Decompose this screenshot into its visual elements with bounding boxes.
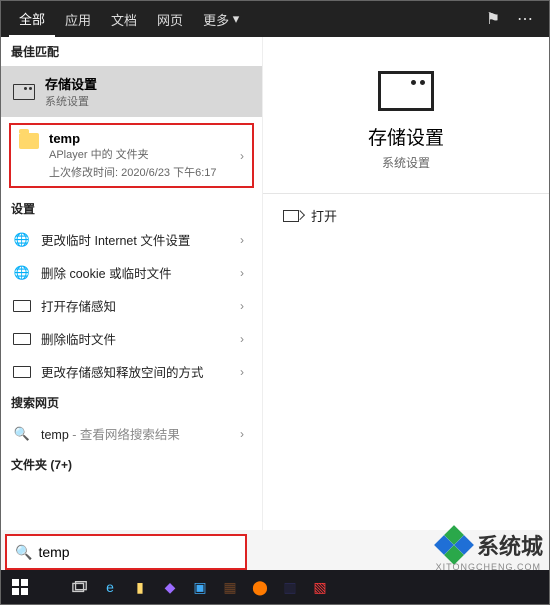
taskbar-app-generic-2[interactable]: ▣ (185, 573, 215, 601)
taskbar-app-generic-6[interactable]: ▧ (305, 573, 335, 601)
search-icon: 🔍 (15, 544, 32, 561)
taskbar: e ▮ ◆ ▣ ▦ ⬤ ▥ ▧ (1, 570, 549, 604)
web-search-temp[interactable]: 🔍 temp - 查看网络搜索结果 › (1, 417, 262, 450)
taskbar-app-generic-1[interactable]: ◆ (155, 573, 185, 601)
cortana-button[interactable] (35, 573, 65, 601)
more-options-icon[interactable]: ⋯ (509, 9, 541, 29)
start-button[interactable] (5, 573, 35, 601)
chevron-right-icon: › (240, 149, 244, 163)
chevron-right-icon: › (240, 427, 244, 441)
taskbar-app-generic-3[interactable]: ▦ (215, 573, 245, 601)
chevron-right-icon: › (240, 266, 244, 280)
setting-change-temp-internet-files[interactable]: 🌐 更改临时 Internet 文件设置 › (1, 223, 262, 256)
search-web-label: 搜索网页 (1, 388, 262, 417)
folders-label: 文件夹 (7+) (1, 450, 262, 479)
storage-rect-icon (13, 366, 31, 378)
preview-storage-icon (378, 71, 434, 111)
taskbar-app-edge[interactable]: e (95, 573, 125, 601)
setting-change-storage-sense-free[interactable]: 更改存储感知释放空间的方式 › (1, 355, 262, 388)
search-input[interactable] (38, 544, 237, 560)
setting-open-storage-sense[interactable]: 打开存储感知 › (1, 289, 262, 322)
folder-subtitle: APlayer 中的 文件夹 (49, 146, 217, 162)
folder-modified: 上次修改时间: 2020/6/23 下午6:17 (49, 164, 217, 180)
preview-subtitle: 系统设置 (263, 154, 549, 171)
preview-panel: 存储设置 系统设置 打开 (263, 37, 549, 530)
storage-rect-icon (13, 333, 31, 345)
tab-apps[interactable]: 应用 (55, 1, 101, 37)
watermark-logo: 系统城 (437, 528, 543, 562)
taskbar-app-explorer[interactable]: ▮ (125, 573, 155, 601)
tab-all[interactable]: 全部 (9, 1, 55, 37)
search-scope-tabs: 全部 应用 文档 网页 更多 ▾ ⚑ ⋯ (1, 1, 549, 37)
preview-title: 存储设置 (263, 123, 549, 150)
settings-label: 设置 (1, 194, 262, 223)
best-match-subtitle: 系统设置 (45, 93, 97, 109)
feedback-icon[interactable]: ⚑ (477, 9, 509, 29)
folder-icon (19, 133, 39, 149)
results-panel: 最佳匹配 存储设置 系统设置 temp APlayer 中的 文件夹 上次修改时… (1, 37, 263, 530)
best-match-storage-settings[interactable]: 存储设置 系统设置 (1, 66, 262, 117)
storage-rect-icon (13, 300, 31, 312)
globe-icon: 🌐 (13, 266, 31, 280)
task-view-button[interactable] (65, 573, 95, 601)
open-icon (283, 210, 299, 222)
open-button[interactable]: 打开 (263, 194, 549, 237)
best-match-title: 存储设置 (45, 74, 97, 93)
tab-docs[interactable]: 文档 (101, 1, 147, 37)
chevron-right-icon: › (240, 299, 244, 313)
chevron-right-icon: › (240, 332, 244, 346)
taskbar-app-generic-5[interactable]: ▥ (275, 573, 305, 601)
search-box[interactable]: 🔍 (5, 534, 247, 570)
best-match-label: 最佳匹配 (1, 37, 262, 66)
search-icon: 🔍 (13, 427, 31, 441)
folder-title: temp (49, 131, 217, 146)
taskbar-app-generic-4[interactable]: ⬤ (245, 573, 275, 601)
tab-more[interactable]: 更多 ▾ (193, 1, 249, 37)
setting-delete-cookies[interactable]: 🌐 删除 cookie 或临时文件 › (1, 256, 262, 289)
tab-web[interactable]: 网页 (147, 1, 193, 37)
setting-delete-temp-files[interactable]: 删除临时文件 › (1, 322, 262, 355)
globe-icon: 🌐 (13, 233, 31, 247)
chevron-right-icon: › (240, 233, 244, 247)
storage-icon (13, 84, 35, 100)
chevron-right-icon: › (240, 365, 244, 379)
result-folder-temp[interactable]: temp APlayer 中的 文件夹 上次修改时间: 2020/6/23 下午… (9, 123, 254, 188)
